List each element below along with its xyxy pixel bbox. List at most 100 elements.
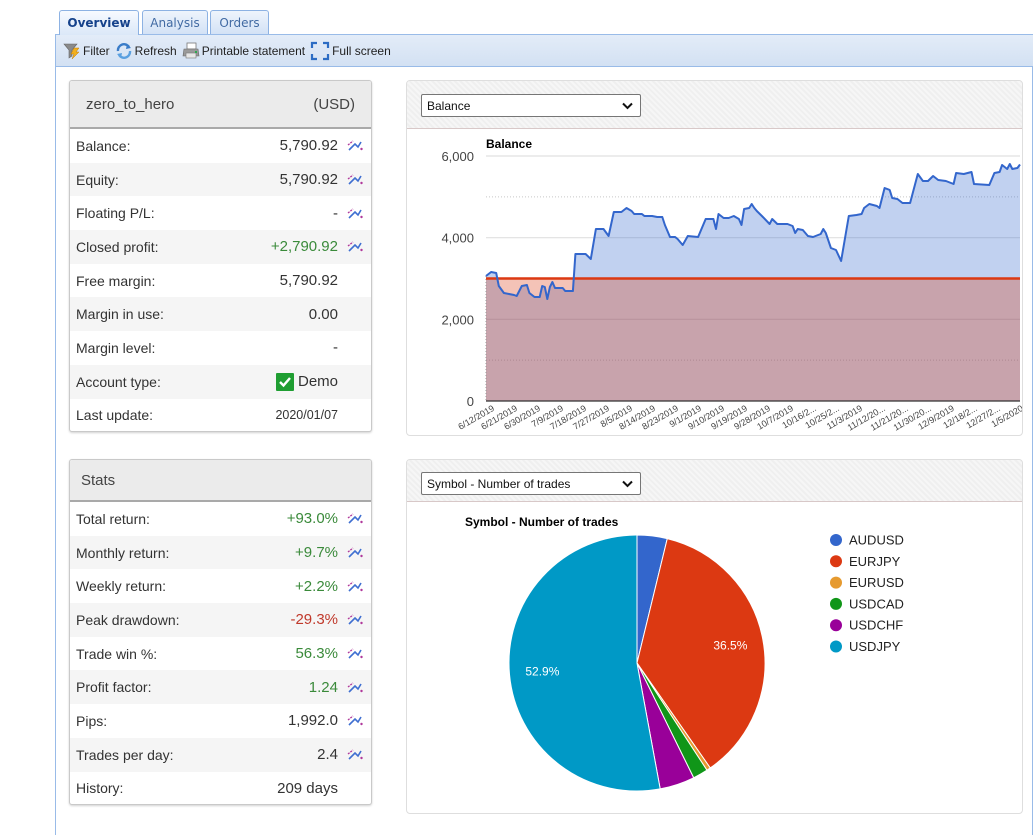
- stats-row-chart-button[interactable]: [338, 647, 371, 660]
- stats-row-value: +2.2%: [295, 577, 338, 595]
- refresh-button[interactable]: Refresh: [115, 42, 177, 60]
- stats-row: Monthly return: +9.7%: [70, 535, 371, 570]
- stats-row-label: Monthly return:: [76, 544, 170, 561]
- stats-row: Trades per day: 2.4: [70, 737, 371, 772]
- stats-row-chart-button[interactable]: [338, 580, 371, 593]
- tab-analysis[interactable]: Analysis: [142, 10, 208, 34]
- line-chart-icon: [347, 241, 363, 252]
- account-row: Margin level: -: [70, 331, 371, 365]
- legend-label[interactable]: AUDUSD: [849, 533, 904, 548]
- stats-row-chart-button[interactable]: [338, 613, 371, 626]
- legend-swatch: [830, 555, 842, 568]
- account-row-value: -: [333, 339, 338, 357]
- account-row: Floating P/L: -: [70, 196, 371, 230]
- stats-row-value: 1.24: [308, 678, 338, 696]
- stats-row-label: Peak drawdown:: [76, 611, 180, 628]
- line-chart-icon: [347, 140, 363, 151]
- stats-row-value: +93.0%: [286, 510, 338, 528]
- account-rows: Balance: 5,790.92 Equity: 5,790.92 Floating …: [70, 129, 371, 431]
- account-row-value-cell: -: [333, 339, 338, 356]
- account-row: Equity: 5,790.92: [70, 162, 371, 197]
- printable-statement-button[interactable]: Printable statement: [182, 42, 305, 60]
- stats-row-value: +9.7%: [295, 544, 338, 562]
- account-panel: zero_to_hero (USD) Balance: 5,790.92 Equit…: [69, 80, 372, 432]
- legend-swatch: [830, 619, 842, 632]
- symbol-chart-type-select[interactable]: Symbol - Number of trades: [421, 472, 641, 495]
- line-chart-icon: [347, 749, 363, 760]
- account-row-label: Free margin:: [76, 272, 156, 289]
- stats-row-chart-button[interactable]: [338, 748, 371, 761]
- balance-select-value: Balance: [427, 98, 471, 113]
- account-row-label: Last update:: [76, 407, 154, 424]
- account-header: zero_to_hero (USD): [70, 81, 371, 129]
- tab-orders[interactable]: Orders: [210, 10, 269, 34]
- stats-row: History: 209 days: [70, 772, 371, 805]
- stats-row-value-cell: 56.3%: [295, 645, 338, 662]
- line-chart-icon: [347, 547, 363, 558]
- line-chart-icon: [347, 513, 363, 524]
- stats-row: Weekly return: +2.2%: [70, 569, 371, 603]
- balance-chart-panel: Balance Balance 0 2,000 4,000 6,000 6/12/2019…: [406, 80, 1023, 436]
- stats-row-value-cell: +93.0%: [287, 510, 338, 527]
- chart-title: Balance: [486, 137, 532, 151]
- balance-chart-header: Balance: [407, 81, 1022, 129]
- account-row-value: 5,790.92: [279, 272, 338, 290]
- filter-icon: [63, 43, 80, 59]
- legend-label[interactable]: EURJPY: [849, 554, 901, 569]
- legend-label[interactable]: USDJPY: [849, 639, 901, 654]
- printer-icon: [182, 42, 200, 58]
- tab-overview[interactable]: Overview: [59, 10, 139, 35]
- pie-slice-label: 52.9%: [525, 665, 559, 679]
- account-row-chart-button[interactable]: [338, 207, 371, 220]
- filter-button[interactable]: Filter: [63, 42, 110, 60]
- account-row-chart-button[interactable]: [338, 240, 371, 253]
- stats-row-value: 2.4: [317, 746, 338, 764]
- pie-slice-label: 36.5%: [713, 638, 747, 652]
- account-row: Free margin: 5,790.92: [70, 264, 371, 298]
- stats-row: Total return: +93.0%: [70, 502, 371, 536]
- account-row-value-cell: 0.00: [309, 306, 338, 323]
- stats-row-label: Total return:: [76, 510, 150, 527]
- account-row-label: Account type:: [76, 373, 161, 390]
- stats-row-label: Trade win %:: [76, 645, 158, 662]
- stats-row-value-cell: 1.24: [309, 679, 338, 696]
- account-row-value-cell: 5,790.92: [280, 137, 338, 154]
- y-tick-label: 2,000: [441, 312, 474, 327]
- balance-chart-type-select[interactable]: Balance: [421, 94, 641, 117]
- y-tick-label: 6,000: [441, 149, 474, 164]
- y-tick-label: 4,000: [441, 231, 474, 246]
- account-row-chart-button[interactable]: [338, 139, 371, 152]
- account-row-value: 2020/01/07: [275, 408, 338, 423]
- legend-label[interactable]: EURUSD: [849, 575, 904, 590]
- chevron-down-icon: [622, 480, 633, 488]
- account-row: Balance: 5,790.92: [70, 129, 371, 163]
- stats-row-value-cell: 1,992.0: [288, 712, 338, 729]
- legend-swatch: [830, 534, 842, 546]
- account-row-value: 5,790.92: [279, 171, 338, 189]
- account-row-value: 5,790.92: [279, 137, 338, 155]
- stats-header: Stats: [70, 460, 371, 502]
- stats-row-value: 209 days: [277, 779, 338, 797]
- stats-row-label: Pips:: [76, 712, 108, 729]
- account-row-label: Equity:: [76, 171, 119, 188]
- stats-row-chart-button[interactable]: [338, 512, 371, 525]
- stats-row-chart-button[interactable]: [338, 681, 371, 694]
- line-chart-icon: [347, 682, 363, 693]
- stats-row-chart-button[interactable]: [338, 546, 371, 559]
- stats-row: Peak drawdown: -29.3%: [70, 603, 371, 637]
- refresh-icon: [116, 42, 131, 59]
- full-screen-button[interactable]: Full screen: [310, 41, 391, 61]
- account-row-value-cell: +2,790.92: [271, 238, 338, 255]
- legend-label[interactable]: USDCAD: [849, 596, 904, 611]
- printable-statement-label: Printable statement: [201, 43, 306, 58]
- stats-row-chart-button[interactable]: [338, 714, 371, 727]
- account-row: Account type: Demo: [70, 364, 371, 399]
- line-chart-icon: [347, 208, 363, 219]
- legend-label[interactable]: USDCHF: [849, 618, 903, 633]
- y-tick-label: 0: [467, 394, 474, 409]
- account-row-value-cell: 2020/01/07: [275, 408, 338, 422]
- stats-row-value-cell: +2.2%: [295, 578, 338, 595]
- stats-row-value-cell: +9.7%: [295, 544, 338, 561]
- account-row-chart-button[interactable]: [338, 173, 371, 186]
- symbol-select-value: Symbol - Number of trades: [427, 476, 571, 491]
